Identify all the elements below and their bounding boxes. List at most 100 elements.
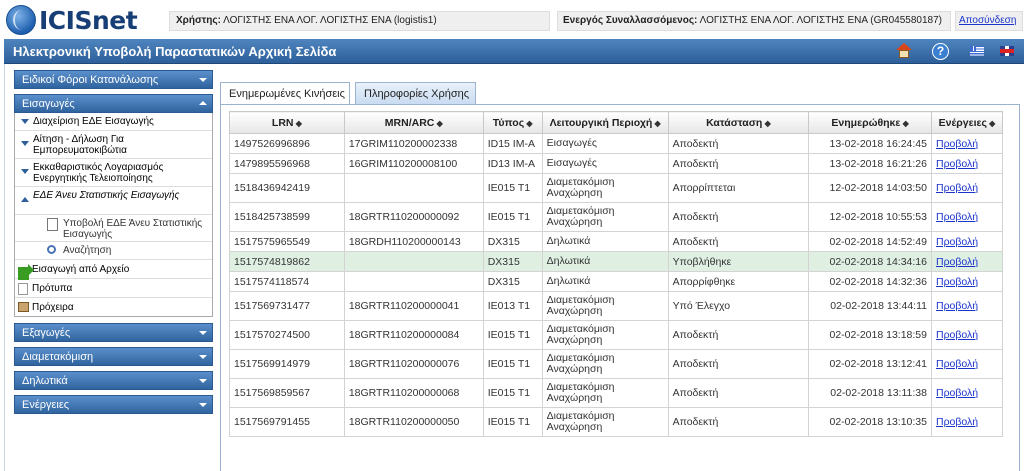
- column-header[interactable]: Λειτουργική Περιοχή ◆: [541, 111, 669, 134]
- view-link[interactable]: Προβολή: [936, 256, 978, 268]
- menu-container-declaration[interactable]: Αίτηση - Δήλωση Για Εμπορευματοκιβώτια: [15, 131, 212, 159]
- column-header[interactable]: MRN/ARC ◆: [343, 111, 484, 134]
- cell-lrn: 1517575965549: [229, 231, 345, 252]
- table-row[interactable]: 1517575965549 18GRDH110200000143 DX315 Δηλω…: [229, 231, 1004, 252]
- chevron-down-icon: [199, 379, 207, 383]
- menu-import-from-file[interactable]: Εισαγωγή από Αρχείο: [15, 260, 212, 280]
- box-icon: [18, 302, 29, 312]
- flag-english-icon[interactable]: [1000, 46, 1014, 56]
- view-link[interactable]: Προβολή: [936, 387, 978, 399]
- view-link[interactable]: Προβολή: [936, 236, 978, 248]
- menu-inward-processing[interactable]: Εκκαθαριστικός Λογαριασμός Ενεργητικής Τ…: [15, 159, 212, 187]
- column-label: Τύπος: [492, 116, 525, 129]
- cell-type: IE013 T1: [482, 291, 543, 321]
- menu-drafts[interactable]: Πρόχειρα: [15, 298, 212, 316]
- area-line-2: Αναχώρηση: [546, 363, 603, 375]
- view-link[interactable]: Προβολή: [936, 158, 978, 170]
- cell-action: Προβολή: [930, 231, 1004, 252]
- cell-lrn: 1517574819862: [229, 251, 345, 272]
- imports-menu: Διαχείριση ΕΔΕ Εισαγωγής Αίτηση - Δήλωση…: [14, 113, 213, 317]
- table-row[interactable]: 1517570274500 18GRTR110200000084 IE015 T1 Δ…: [229, 320, 1004, 350]
- home-icon[interactable]: [895, 42, 914, 61]
- sidebar-item-declarations[interactable]: Δηλωτικά: [14, 371, 213, 390]
- chevron-down-icon: [199, 78, 207, 82]
- menu-label: Υποβολή ΕΔΕ Άνευ Στατιστικής Εισαγωγής: [63, 218, 203, 240]
- cell-status: Υποβλήθηκε: [667, 251, 810, 272]
- cell-action: Προβολή: [930, 291, 1004, 321]
- menu-non-statistical[interactable]: ΕΔΕ Άνευ Στατιστικής Εισαγωγής: [15, 187, 212, 215]
- sidebar-item-label: Διαμετακόμιση: [22, 351, 94, 363]
- column-label: MRN/ARC: [384, 116, 435, 129]
- column-header[interactable]: LRN ◆: [229, 111, 345, 134]
- table-row[interactable]: 1517569731477 18GRTR110200000041 IE013 T1 Δ…: [229, 291, 1004, 321]
- movements-table: LRN ◆ MRN/ARC ◆ Τύπος ◆ Λειτουργική Περιοχή…: [229, 111, 1004, 437]
- area-line-2: Αναχώρηση: [546, 305, 603, 317]
- sidebar-item-transit[interactable]: Διαμετακόμιση: [14, 347, 213, 366]
- area-line-1: Δηλωτικά: [546, 255, 591, 267]
- table-row[interactable]: 1479895596968 16GRIM110200008100 ID13 IM-A…: [229, 153, 1004, 174]
- sidebar-item-actions[interactable]: Ενέργειες: [14, 395, 213, 414]
- flag-greek-icon[interactable]: [970, 46, 984, 56]
- sidebar-item-label: Εισαγωγές: [22, 98, 75, 110]
- sidebar-item-imports[interactable]: Εισαγωγές: [14, 94, 213, 113]
- column-header[interactable]: Κατάσταση ◆: [667, 111, 810, 134]
- menu-search[interactable]: Αναζήτηση: [15, 242, 212, 260]
- menu-submit-non-statistical[interactable]: Υποβολή ΕΔΕ Άνευ Στατιστικής Εισαγωγής: [15, 215, 212, 242]
- cell-action: Προβολή: [930, 271, 1004, 292]
- table-row[interactable]: 1518425738599 18GRTR110200000092 IE015 T1 Δ…: [229, 202, 1004, 232]
- menu-import-management[interactable]: Διαχείριση ΕΔΕ Εισαγωγής: [15, 113, 212, 131]
- cell-lrn: 1517569791455: [229, 407, 345, 437]
- cell-updated: 02-02-2018 13:44:11: [808, 291, 932, 321]
- cell-area: Διαμετακόμιση Αναχώρηση: [541, 202, 669, 232]
- area-line-2: Αναχώρηση: [546, 392, 603, 404]
- cell-mrn: [343, 173, 484, 203]
- column-header[interactable]: Ενημερώθηκε ◆: [808, 111, 932, 134]
- table-row[interactable]: 1517569859567 18GRTR110200000068 IE015 T1 Δ…: [229, 378, 1004, 408]
- column-header[interactable]: Τύπος ◆: [482, 111, 543, 134]
- view-link[interactable]: Προβολή: [936, 300, 978, 312]
- cell-action: Προβολή: [930, 202, 1004, 232]
- table-row[interactable]: 1497526996896 17GRIM110200002338 ID15 IM-A…: [229, 133, 1004, 154]
- cell-action: Προβολή: [930, 407, 1004, 437]
- cell-updated: 02-02-2018 14:34:16: [808, 251, 932, 272]
- view-link[interactable]: Προβολή: [936, 358, 978, 370]
- sort-icon: ◆: [762, 118, 771, 128]
- table-row[interactable]: 1517574819862 DX315 Δηλωτικά Υποβλήθηκε 02-0…: [229, 251, 1004, 272]
- cell-updated: 02-02-2018 13:18:59: [808, 320, 932, 350]
- cell-lrn: 1517569731477: [229, 291, 345, 321]
- globe-icon: [6, 5, 36, 35]
- menu-templates[interactable]: Πρότυπα: [15, 279, 212, 298]
- cell-action: Προβολή: [930, 378, 1004, 408]
- view-link[interactable]: Προβολή: [936, 138, 978, 150]
- cell-type: DX315: [482, 231, 543, 252]
- table-row[interactable]: 1517569791455 18GRTR110200000050 IE015 T1 Δ…: [229, 407, 1004, 437]
- view-link[interactable]: Προβολή: [936, 276, 978, 288]
- tab-usage-info[interactable]: Πληροφορίες Χρήσης: [355, 82, 476, 104]
- cell-updated: 13-02-2018 16:24:45: [808, 133, 932, 154]
- cell-lrn: 1517569914979: [229, 349, 345, 379]
- sidebar-item-excise[interactable]: Ειδικοί Φόροι Κατανάλωσης: [14, 70, 213, 89]
- sidebar-item-exports[interactable]: Εξαγωγές: [14, 323, 213, 342]
- menu-label: Αναζήτηση: [63, 245, 112, 256]
- table-row[interactable]: 1518436942419 IE015 T1 Διαμετακόμιση Αναχώρ…: [229, 173, 1004, 203]
- column-header[interactable]: Ενέργειες ◆: [930, 111, 1004, 134]
- cell-mrn: 18GRTR110200000041: [343, 291, 484, 321]
- tab-updated-movements[interactable]: Ενημερωμένες Κινήσεις: [220, 82, 350, 105]
- cell-area: Διαμετακόμιση Αναχώρηση: [541, 173, 669, 203]
- area-line-1: Εισαγωγές: [546, 137, 597, 149]
- view-link[interactable]: Προβολή: [936, 329, 978, 341]
- cell-updated: 02-02-2018 14:32:36: [808, 271, 932, 292]
- cell-status: Αποδεκτή: [667, 378, 810, 408]
- view-link[interactable]: Προβολή: [936, 211, 978, 223]
- view-link[interactable]: Προβολή: [936, 182, 978, 194]
- cell-area: Δηλωτικά: [541, 251, 669, 272]
- table-row[interactable]: 1517569914979 18GRTR110200000076 IE015 T1 Δ…: [229, 349, 1004, 379]
- chevron-up-icon: [199, 101, 207, 105]
- table-row[interactable]: 1517574118574 DX315 Δηλωτικά Απορρίφθηκε 02-…: [229, 271, 1004, 292]
- trader-info: Ενεργός Συναλλασσόμενος: ΛΟΓΙΣΤΗΣ ΕΝΑ ΛΟ…: [557, 11, 951, 31]
- view-link[interactable]: Προβολή: [936, 416, 978, 428]
- area-line-1: Δηλωτικά: [546, 235, 591, 247]
- menu-label: Αίτηση - Δήλωση Για Εμπορευματοκιβώτια: [33, 134, 127, 156]
- help-icon[interactable]: ?: [931, 42, 950, 61]
- logout-link[interactable]: Αποσύνδεση: [955, 11, 1023, 31]
